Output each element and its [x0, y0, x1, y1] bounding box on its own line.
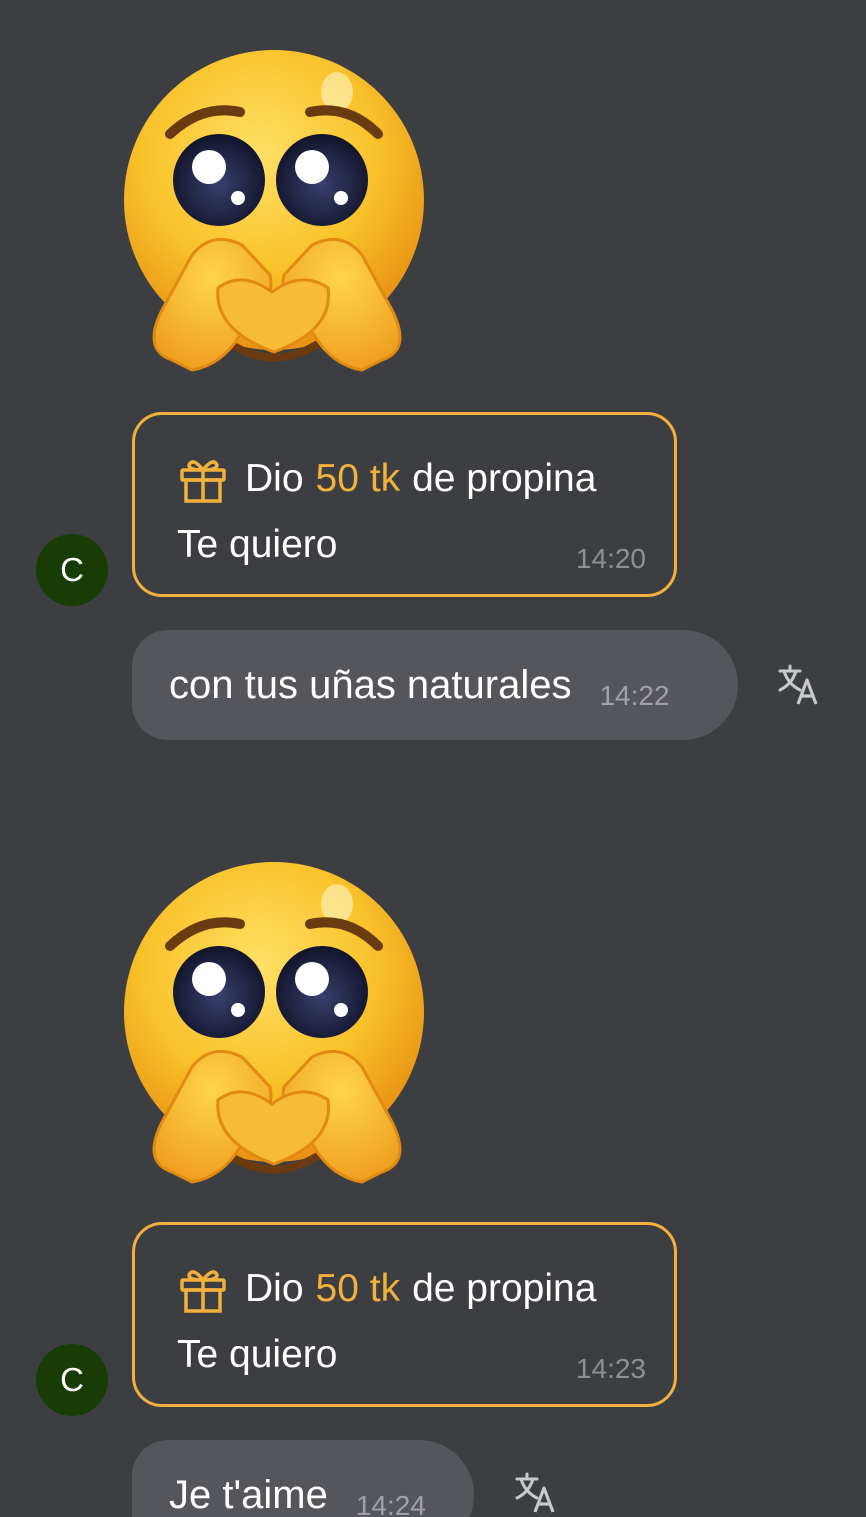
tip-suffix: de propina [412, 457, 597, 500]
gift-icon [180, 460, 226, 503]
tip-prefix: Dio [245, 1267, 304, 1310]
message-bubble[interactable]: con tus uñas naturales 14:22 [132, 630, 738, 740]
tip-suffix: de propina [412, 1267, 597, 1310]
tip-line: Dio 50 tk de propina [177, 1263, 596, 1315]
tip-message-text: Te quiero [177, 523, 338, 566]
message-text: Je t'aime [169, 1472, 328, 1517]
tip-message-text: Te quiero [177, 1333, 338, 1376]
timestamp: 14:23 [575, 1353, 646, 1384]
message-bubble[interactable]: Je t'aime 14:24 [132, 1440, 474, 1517]
timestamp: 14:20 [575, 543, 646, 574]
tip-prefix: Dio [245, 457, 304, 500]
message-text: con tus uñas naturales [169, 662, 572, 707]
translate-icon[interactable] [513, 1470, 559, 1516]
avatar[interactable]: C [36, 534, 108, 606]
timestamp: 14:24 [355, 1490, 426, 1517]
avatar-letter: C [60, 1361, 84, 1398]
gift-icon [180, 1270, 226, 1313]
pleading-face-sticker[interactable] [122, 30, 432, 390]
chat-thread: C Dio 50 tk de propina Te quiero 14:20 c… [0, 0, 866, 1517]
tip-message-bubble[interactable]: Dio 50 tk de propina Te quiero 14:23 [132, 1222, 677, 1407]
tip-message-bubble[interactable]: Dio 50 tk de propina Te quiero 14:20 [132, 412, 677, 597]
tip-amount: 50 tk [315, 1267, 401, 1310]
translate-icon[interactable] [776, 662, 822, 708]
timestamp: 14:22 [599, 680, 670, 711]
tip-line: Dio 50 tk de propina [177, 453, 596, 505]
pleading-face-sticker[interactable] [122, 842, 432, 1202]
tip-amount: 50 tk [315, 457, 401, 500]
avatar-letter: C [60, 551, 84, 588]
avatar[interactable]: C [36, 1344, 108, 1416]
